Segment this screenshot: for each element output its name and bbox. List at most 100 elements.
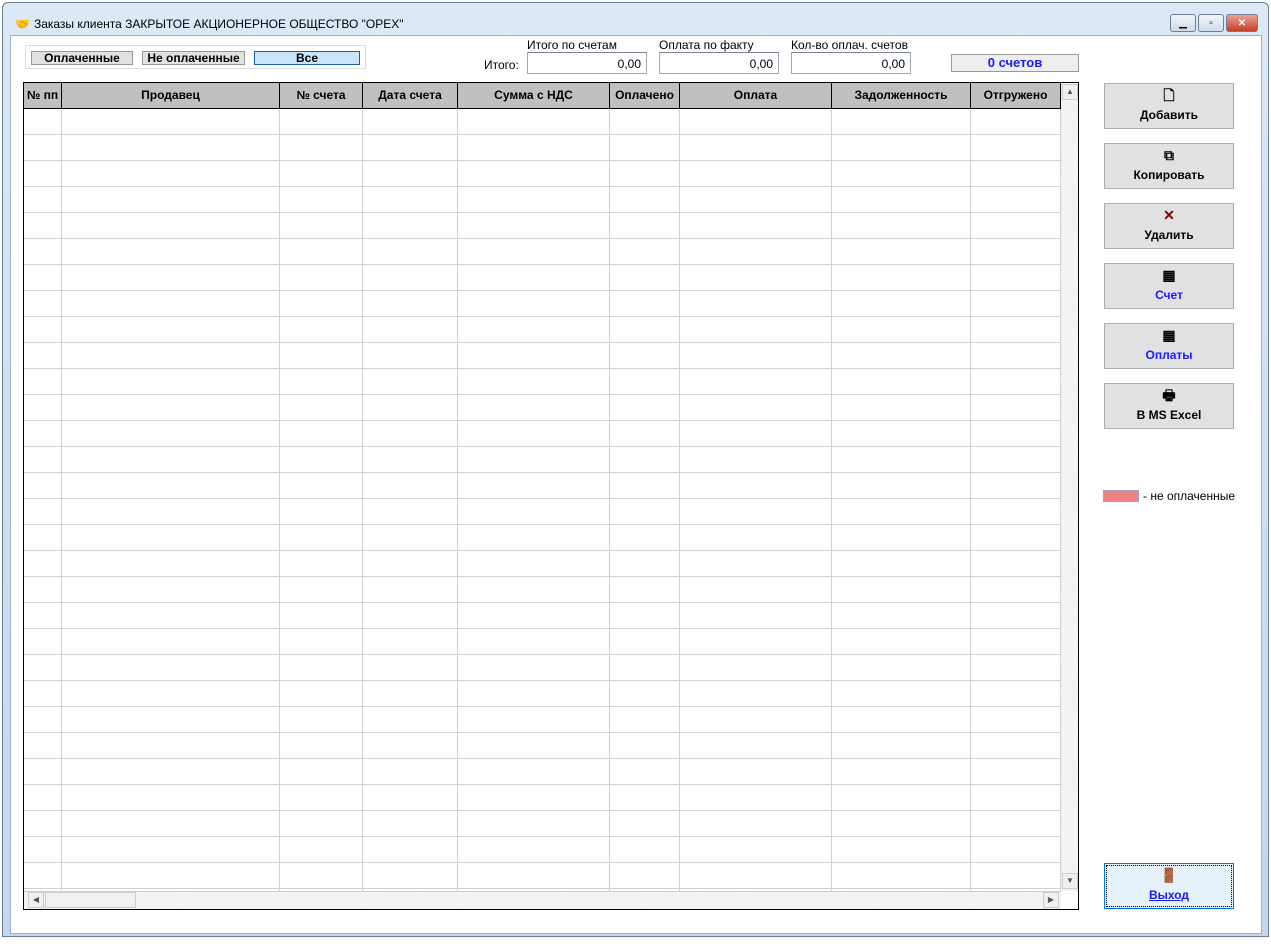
table-cell[interactable]: [24, 291, 62, 317]
table-cell[interactable]: [24, 577, 62, 603]
table-cell[interactable]: [610, 629, 680, 655]
table-cell[interactable]: [458, 447, 610, 473]
table-cell[interactable]: [280, 239, 363, 265]
table-cell[interactable]: [62, 707, 280, 733]
table-cell[interactable]: [832, 837, 971, 863]
table-cell[interactable]: [62, 837, 280, 863]
table-cell[interactable]: [458, 161, 610, 187]
table-cell[interactable]: [680, 473, 832, 499]
table-cell[interactable]: [610, 421, 680, 447]
table-cell[interactable]: [832, 421, 971, 447]
table-cell[interactable]: [280, 863, 363, 889]
table-cell[interactable]: [680, 187, 832, 213]
table-cell[interactable]: [363, 187, 458, 213]
table-cell[interactable]: [62, 499, 280, 525]
filter-unpaid-button[interactable]: Не оплаченные: [142, 51, 245, 65]
table-cell[interactable]: [458, 265, 610, 291]
table-cell[interactable]: [971, 135, 1061, 161]
table-cell[interactable]: [610, 291, 680, 317]
table-cell[interactable]: [62, 733, 280, 759]
table-cell[interactable]: [458, 759, 610, 785]
table-cell[interactable]: [610, 395, 680, 421]
column-header[interactable]: Оплачено: [610, 83, 680, 109]
table-cell[interactable]: [832, 733, 971, 759]
table-cell[interactable]: [280, 655, 363, 681]
column-header[interactable]: № счета: [280, 83, 363, 109]
table-cell[interactable]: [458, 551, 610, 577]
table-cell[interactable]: [24, 161, 62, 187]
table-cell[interactable]: [832, 785, 971, 811]
add-button[interactable]: 🗋 Добавить: [1104, 83, 1234, 129]
table-cell[interactable]: [458, 707, 610, 733]
table-cell[interactable]: [458, 213, 610, 239]
table-cell[interactable]: [363, 681, 458, 707]
table-cell[interactable]: [971, 837, 1061, 863]
table-cell[interactable]: [363, 577, 458, 603]
table-cell[interactable]: [24, 473, 62, 499]
table-cell[interactable]: [458, 421, 610, 447]
table-cell[interactable]: [832, 109, 971, 135]
table-cell[interactable]: [832, 551, 971, 577]
table-cell[interactable]: [363, 239, 458, 265]
filter-all-button[interactable]: Все: [254, 51, 360, 65]
table-cell[interactable]: [971, 525, 1061, 551]
table-cell[interactable]: [62, 681, 280, 707]
table-cell[interactable]: [610, 525, 680, 551]
table-cell[interactable]: [680, 629, 832, 655]
table-cell[interactable]: [458, 187, 610, 213]
table-cell[interactable]: [24, 525, 62, 551]
table-cell[interactable]: [458, 655, 610, 681]
table-cell[interactable]: [363, 395, 458, 421]
table-cell[interactable]: [680, 447, 832, 473]
table-cell[interactable]: [363, 317, 458, 343]
table-cell[interactable]: [62, 863, 280, 889]
table-cell[interactable]: [832, 395, 971, 421]
invoice-button[interactable]: ▦ Счет: [1104, 263, 1234, 309]
table-cell[interactable]: [832, 603, 971, 629]
table-cell[interactable]: [610, 317, 680, 343]
vertical-scrollbar[interactable]: ▲ ▼: [1061, 83, 1078, 891]
table-cell[interactable]: [458, 343, 610, 369]
table-cell[interactable]: [680, 681, 832, 707]
paid-total-field[interactable]: 0,00: [659, 52, 779, 74]
table-cell[interactable]: [832, 343, 971, 369]
table-cell[interactable]: [24, 603, 62, 629]
table-cell[interactable]: [680, 577, 832, 603]
table-cell[interactable]: [280, 135, 363, 161]
column-header[interactable]: Сумма с НДС: [458, 83, 610, 109]
table-cell[interactable]: [24, 629, 62, 655]
table-cell[interactable]: [680, 161, 832, 187]
table-cell[interactable]: [610, 343, 680, 369]
table-cell[interactable]: [62, 447, 280, 473]
table-cell[interactable]: [363, 811, 458, 837]
table-cell[interactable]: [24, 369, 62, 395]
table-cell[interactable]: [610, 655, 680, 681]
table-cell[interactable]: [24, 759, 62, 785]
table-cell[interactable]: [363, 759, 458, 785]
table-cell[interactable]: [62, 239, 280, 265]
table-cell[interactable]: [363, 499, 458, 525]
table-cell[interactable]: [24, 317, 62, 343]
table-cell[interactable]: [280, 733, 363, 759]
table-cell[interactable]: [971, 187, 1061, 213]
table-cell[interactable]: [62, 161, 280, 187]
table-cell[interactable]: [280, 187, 363, 213]
table-cell[interactable]: [280, 785, 363, 811]
table-cell[interactable]: [62, 811, 280, 837]
table-cell[interactable]: [363, 785, 458, 811]
table-cell[interactable]: [971, 395, 1061, 421]
table-cell[interactable]: [363, 265, 458, 291]
table-cell[interactable]: [280, 109, 363, 135]
table-cell[interactable]: [62, 629, 280, 655]
table-cell[interactable]: [62, 265, 280, 291]
table-cell[interactable]: [280, 473, 363, 499]
table-cell[interactable]: [458, 499, 610, 525]
table-cell[interactable]: [680, 421, 832, 447]
table-cell[interactable]: [971, 733, 1061, 759]
table-cell[interactable]: [62, 135, 280, 161]
table-cell[interactable]: [610, 499, 680, 525]
table-cell[interactable]: [24, 655, 62, 681]
table-cell[interactable]: [458, 577, 610, 603]
copy-button[interactable]: ⧉ Копировать: [1104, 143, 1234, 189]
table-cell[interactable]: [610, 551, 680, 577]
